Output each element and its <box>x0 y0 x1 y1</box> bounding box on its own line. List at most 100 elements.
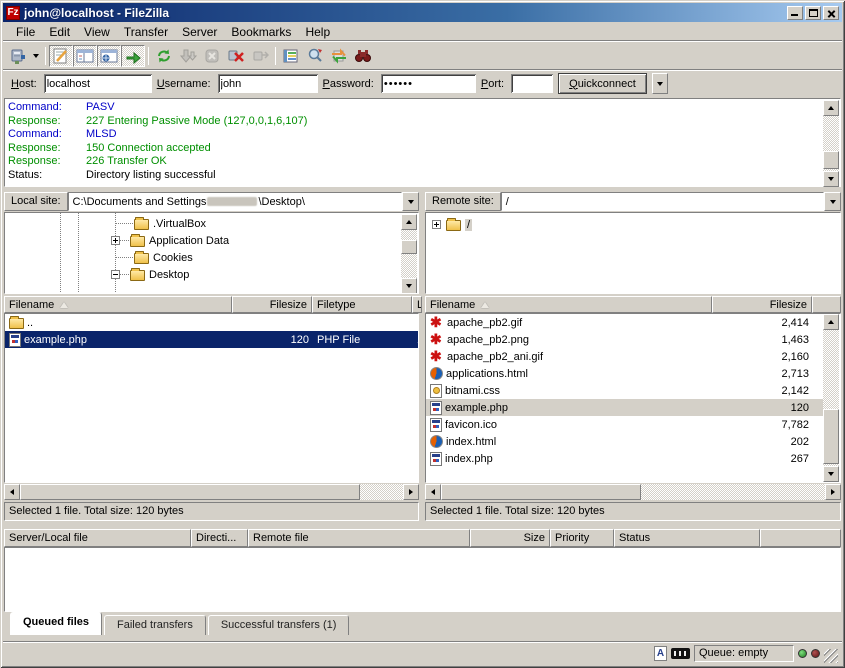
tab-queued-files[interactable]: Queued files <box>10 612 102 635</box>
quickconnect-dropdown[interactable] <box>652 73 668 94</box>
tree-item-desktop[interactable]: Desktop <box>111 266 189 283</box>
title-bar[interactable]: Fz john@localhost - FileZilla <box>3 3 842 22</box>
remote-file-row[interactable]: ✱apache_pb2.gif 2,414 <box>426 314 824 331</box>
tree-item-cookies[interactable]: Cookies <box>116 249 193 266</box>
menu-help[interactable]: Help <box>298 23 337 41</box>
menu-transfer[interactable]: Transfer <box>117 23 175 41</box>
expand-plus-icon[interactable] <box>432 220 441 229</box>
local-scroll-left[interactable] <box>4 484 20 500</box>
remote-col-filename[interactable]: Filename <box>425 296 712 313</box>
site-manager-dropdown[interactable] <box>30 45 42 67</box>
tab-successful-transfers[interactable]: Successful transfers (1) <box>208 615 350 635</box>
log-scroll-down[interactable] <box>823 171 839 187</box>
remote-file-row[interactable]: ✱apache_pb2_ani.gif 2,160 <box>426 348 824 365</box>
toggle-message-log-button[interactable] <box>49 45 73 67</box>
menu-server[interactable]: Server <box>175 23 224 41</box>
tree-item-virtualbox[interactable]: .VirtualBox <box>116 215 206 232</box>
compare-directories-button[interactable] <box>303 45 327 67</box>
queue-col-priority[interactable]: Priority <box>550 529 614 547</box>
local-file-row-up[interactable]: .. <box>5 314 418 331</box>
tree-item-application-data[interactable]: Application Data <box>111 232 229 249</box>
collapse-minus-icon[interactable] <box>111 270 120 279</box>
remote-scroll-down[interactable] <box>823 466 839 482</box>
toggle-remote-tree-button[interactable] <box>97 45 121 67</box>
toggle-transfer-queue-button[interactable] <box>121 45 145 67</box>
toggle-local-tree-button[interactable] <box>73 45 97 67</box>
menu-edit[interactable]: Edit <box>42 23 77 41</box>
local-file-row-example-php[interactable]: example.php 120 PHP File 1 <box>5 331 418 348</box>
remote-scroll-up[interactable] <box>823 314 839 330</box>
expand-plus-icon[interactable] <box>111 236 120 245</box>
remote-hscrollbar[interactable] <box>425 484 841 500</box>
remote-file-row-selected[interactable]: example.php 120 <box>426 399 824 416</box>
minimize-button[interactable] <box>787 6 803 20</box>
refresh-button[interactable] <box>152 45 176 67</box>
local-col-filename[interactable]: Filename <box>4 296 232 313</box>
menu-file[interactable]: File <box>9 23 42 41</box>
binoculars-icon <box>354 47 372 65</box>
remote-hscroll-thumb[interactable] <box>441 484 641 500</box>
host-input[interactable] <box>44 74 152 93</box>
site-manager-button[interactable] <box>6 45 30 67</box>
remote-scroll-left[interactable] <box>425 484 441 500</box>
resize-grip[interactable] <box>824 649 838 663</box>
remote-col-filesize[interactable]: Filesize <box>712 296 812 313</box>
remote-file-row[interactable]: ✱apache_pb2.png 1,463 <box>426 331 824 348</box>
local-col-filetype[interactable]: Filetype <box>312 296 412 313</box>
local-site-path[interactable]: C:\Documents and Settings\Desktop\ <box>68 192 402 211</box>
local-hscrollbar[interactable] <box>4 484 419 500</box>
quickconnect-button[interactable]: Quickconnect <box>558 73 647 94</box>
filezilla-window: Fz john@localhost - FileZilla File Edit … <box>0 0 845 668</box>
remote-vscroll-thumb[interactable] <box>823 409 839 464</box>
menu-view[interactable]: View <box>77 23 117 41</box>
local-scroll-right[interactable] <box>403 484 419 500</box>
local-tree-scroll-thumb[interactable] <box>401 240 417 254</box>
queue-col-status[interactable]: Status <box>614 529 760 547</box>
arrow-left-icon <box>10 489 14 495</box>
port-input[interactable] <box>511 74 553 93</box>
remote-file-row[interactable]: applications.html 2,713 <box>426 365 824 382</box>
reconnect-button[interactable] <box>248 45 272 67</box>
folder-icon <box>9 318 24 329</box>
local-col-filesize[interactable]: Filesize <box>232 296 312 313</box>
remote-file-row[interactable]: favicon.ico 7,782 <box>426 416 824 433</box>
remote-file-row[interactable]: bitnami.css 2,142 <box>426 382 824 399</box>
process-queue-button[interactable] <box>176 45 200 67</box>
maximize-button[interactable] <box>805 6 821 20</box>
remote-file-row[interactable]: index.php 267 <box>426 450 824 467</box>
disconnect-button[interactable] <box>224 45 248 67</box>
transfer-type-ascii-icon[interactable]: A <box>654 646 667 661</box>
directory-filter-button[interactable] <box>279 45 303 67</box>
queue-col-direction[interactable]: Directi... <box>191 529 248 547</box>
local-tree-scroll-up[interactable] <box>401 214 417 230</box>
column-label: Filetype <box>317 299 356 311</box>
remote-scroll-right[interactable] <box>825 484 841 500</box>
remote-file-row[interactable]: index.html 202 <box>426 433 824 450</box>
password-input[interactable] <box>381 74 476 93</box>
menu-bookmarks[interactable]: Bookmarks <box>224 23 298 41</box>
filesize: 120 <box>791 402 809 414</box>
log-scroll-thumb[interactable] <box>823 151 839 169</box>
synchronized-browsing-button[interactable] <box>327 45 351 67</box>
queue-col-size[interactable]: Size <box>470 529 550 547</box>
find-files-button[interactable] <box>351 45 375 67</box>
local-hscroll-thumb[interactable] <box>20 484 360 500</box>
remote-site-path[interactable]: / <box>501 192 824 211</box>
log-scroll-up[interactable] <box>823 100 839 116</box>
local-col-lastmodified[interactable]: L <box>412 296 422 313</box>
cancel-operation-button[interactable] <box>200 45 224 67</box>
tab-failed-transfers[interactable]: Failed transfers <box>104 615 206 635</box>
close-button[interactable] <box>823 6 839 20</box>
arrow-left-icon <box>431 489 435 495</box>
remote-tree-item-root[interactable]: / <box>432 216 472 233</box>
queue-col-remotefile[interactable]: Remote file <box>248 529 470 547</box>
username-input[interactable] <box>218 74 318 93</box>
remote-site-dropdown[interactable] <box>824 192 841 211</box>
queue-list[interactable] <box>4 547 841 612</box>
local-tree-scroll-down[interactable] <box>401 278 417 294</box>
speed-limits-icon[interactable] <box>671 648 690 659</box>
queue-col-serverlocal[interactable]: Server/Local file <box>4 529 191 547</box>
css-file-icon <box>430 384 442 398</box>
log-line: Command:PASV <box>8 101 822 115</box>
local-site-dropdown[interactable] <box>402 192 419 211</box>
